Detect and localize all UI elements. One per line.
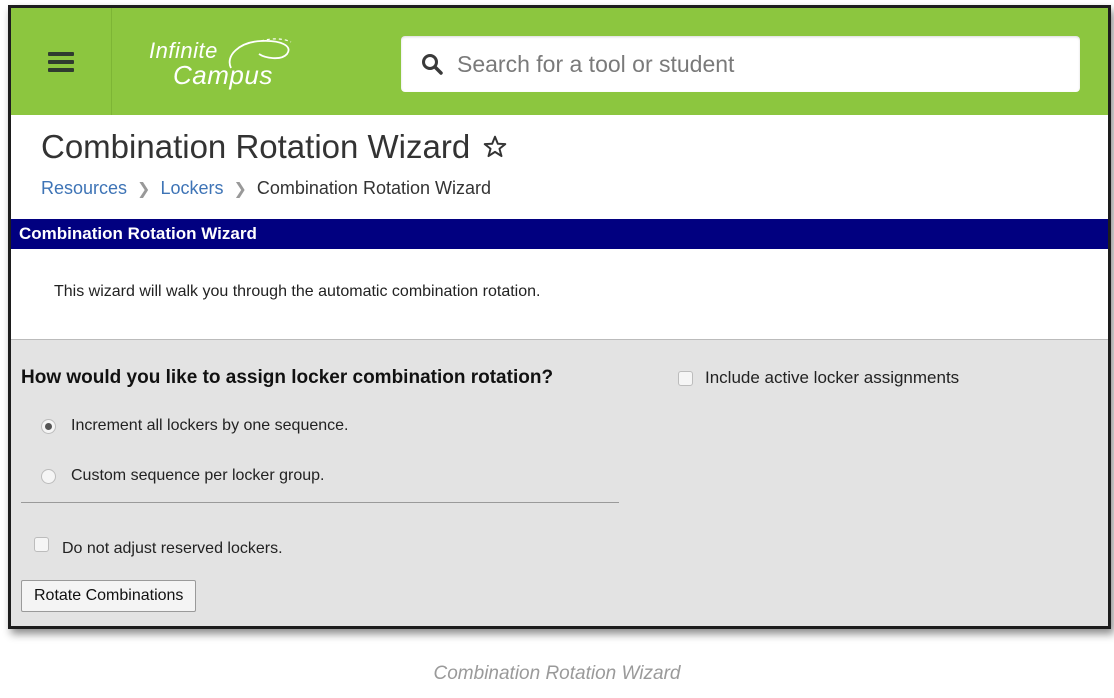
chevron-right-icon: ❯ bbox=[137, 180, 151, 198]
rotation-question: How would you like to assign locker comb… bbox=[21, 367, 554, 388]
intro-section: This wizard will walk you through the au… bbox=[11, 249, 1108, 339]
hamburger-menu-icon bbox=[48, 51, 74, 72]
custom-sequence-label: Custom sequence per locker group. bbox=[71, 467, 325, 484]
search-box[interactable] bbox=[401, 36, 1080, 92]
search-icon bbox=[421, 53, 443, 75]
intro-text: This wizard will walk you through the au… bbox=[54, 283, 541, 300]
panel-header: Combination Rotation Wizard bbox=[11, 219, 1108, 249]
increment-radio[interactable] bbox=[41, 418, 56, 434]
infinite-campus-logo[interactable]: Infinite Campus bbox=[149, 32, 309, 92]
page-title: Combination Rotation Wizard bbox=[41, 128, 471, 165]
breadcrumb-resources[interactable]: Resources bbox=[41, 178, 127, 199]
divider bbox=[21, 502, 619, 503]
reserved-checkbox[interactable] bbox=[34, 536, 49, 552]
chevron-right-icon: ❯ bbox=[233, 180, 247, 198]
custom-sequence-option[interactable]: Custom sequence per locker group. bbox=[41, 467, 324, 485]
custom-sequence-radio[interactable] bbox=[41, 468, 56, 484]
breadcrumb-current: Combination Rotation Wizard bbox=[256, 178, 491, 198]
search-input[interactable] bbox=[455, 49, 1039, 79]
menu-button[interactable] bbox=[11, 8, 112, 115]
increment-option[interactable]: Increment all lockers by one sequence. bbox=[41, 417, 348, 435]
top-bar: Infinite Campus bbox=[11, 8, 1108, 115]
reserved-label: Do not adjust reserved lockers. bbox=[62, 540, 283, 557]
reserved-option[interactable]: Do not adjust reserved lockers. bbox=[34, 536, 283, 558]
options-section: How would you like to assign locker comb… bbox=[11, 339, 1108, 626]
include-active-label: Include active locker assignments bbox=[705, 368, 960, 387]
include-active-checkbox[interactable] bbox=[678, 370, 693, 386]
app-window: Infinite Campus Combination Rotation Wiz… bbox=[8, 5, 1111, 629]
page-title-row: Combination Rotation Wizard bbox=[41, 128, 508, 166]
rotate-combinations-button[interactable]: Rotate Combinations bbox=[21, 580, 197, 612]
increment-label: Increment all lockers by one sequence. bbox=[71, 417, 349, 434]
include-active-option[interactable]: Include active locker assignments bbox=[678, 368, 959, 388]
breadcrumb-lockers[interactable]: Lockers bbox=[160, 178, 223, 199]
figure-caption: Combination Rotation Wizard bbox=[433, 663, 681, 684]
star-outline-icon[interactable] bbox=[482, 134, 508, 160]
logo-line-2: Campus bbox=[173, 60, 273, 90]
breadcrumb: Resources ❯ Lockers ❯ Combination Rotati… bbox=[41, 178, 491, 199]
